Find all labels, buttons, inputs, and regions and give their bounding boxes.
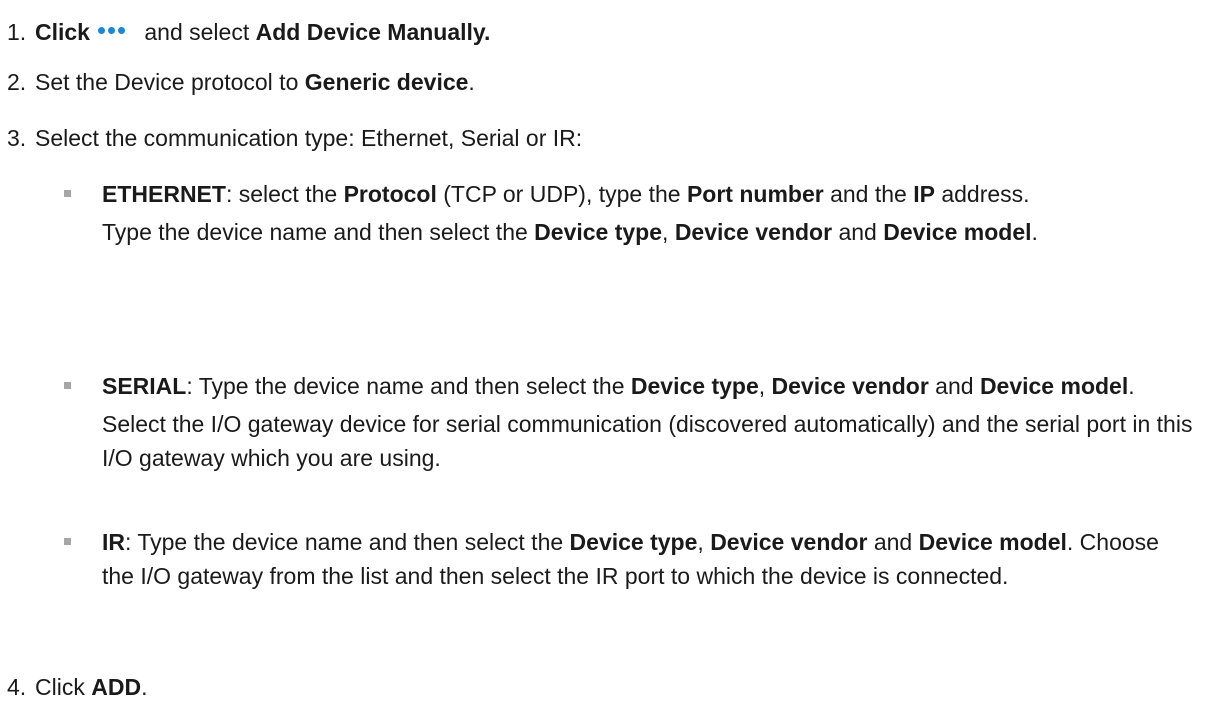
- step-1-bold: Add Device Manually.: [255, 19, 491, 45]
- bullet-square-icon: [64, 382, 71, 389]
- bullet-text: and the: [823, 181, 914, 207]
- bullet-text: and: [832, 219, 884, 245]
- bullet-text: .: [1128, 373, 1135, 399]
- step-4-text: Click: [35, 674, 92, 700]
- bullet-text: Type the device name and then select the: [102, 219, 535, 245]
- bullet-bold: Device type: [534, 219, 663, 245]
- step-2-bold: Generic device: [304, 69, 469, 95]
- bullet-title: ETHERNET: [102, 181, 226, 207]
- step-1-text: and select: [137, 19, 256, 45]
- bullet-square-icon: [64, 190, 71, 197]
- instructions-page: 1. Click and select Add Device Manually. …: [0, 0, 1205, 718]
- step-1: 1. Click and select Add Device Manually.: [7, 9, 490, 49]
- bullet-bold: Port number: [686, 181, 824, 207]
- bullet-bold: Protocol: [343, 181, 437, 207]
- bullet-title: SERIAL: [102, 373, 187, 399]
- bullet-bold: Device vendor: [674, 219, 833, 245]
- bullet-text: ,: [697, 529, 711, 555]
- bullet-square-icon: [64, 538, 71, 545]
- step-4: 4. Click ADD.: [7, 670, 147, 704]
- step-2-text: Set the Device protocol to: [35, 69, 305, 95]
- bullet-bold: Device type: [569, 529, 698, 555]
- bullet-bold: Device vendor: [710, 529, 868, 555]
- bullet-serial: SERIAL: Type the device name and then se…: [64, 369, 1194, 475]
- bullet-bold: IP: [913, 181, 935, 207]
- bullet-text: : Type the device name and then select t…: [125, 529, 570, 555]
- more-dots-icon: [97, 9, 128, 43]
- bullet-text: .: [1031, 219, 1038, 245]
- bullet-text: address.: [934, 181, 1030, 207]
- bullet-bold: Device model: [979, 373, 1129, 399]
- step-number: 4.: [7, 674, 27, 700]
- step-2: 2. Set the Device protocol to Generic dev…: [7, 65, 475, 99]
- bullet-continuation: Select the I/O gateway device for serial…: [102, 411, 1193, 471]
- bullet-text: and: [867, 529, 919, 555]
- bullet-ethernet: ETHERNET: select the Protocol (TCP or UD…: [64, 177, 1194, 249]
- bullet-text: : select the: [225, 181, 344, 207]
- bullet-title: IR: [102, 529, 125, 555]
- step-4-end: .: [141, 674, 148, 700]
- step-1-click: Click: [35, 19, 90, 45]
- bullet-bold: Device vendor: [771, 373, 929, 399]
- bullet-bold: Device type: [630, 373, 759, 399]
- step-4-bold: ADD: [91, 674, 142, 700]
- step-number: 1.: [7, 19, 27, 45]
- bullet-continuation: Type the device name and then select the…: [102, 215, 1194, 249]
- bullet-bold: Device model: [918, 529, 1067, 555]
- step-number: 2.: [7, 69, 27, 95]
- step-3-text: Select the communication type: Ethernet,…: [35, 125, 583, 151]
- bullet-text: ,: [758, 373, 772, 399]
- bullet-text: and: [928, 373, 980, 399]
- bullet-bold: Device model: [883, 219, 1032, 245]
- bullet-ir: IR: Type the device name and then select…: [64, 525, 1194, 593]
- bullet-text: (TCP or UDP), type the: [436, 181, 687, 207]
- bullet-text: : Type the device name and then select t…: [186, 373, 631, 399]
- bullet-text: ,: [662, 219, 675, 245]
- step-3: 3. Select the communication type: Etherne…: [7, 121, 582, 155]
- step-number: 3.: [7, 125, 27, 151]
- step-2-end: .: [468, 69, 475, 95]
